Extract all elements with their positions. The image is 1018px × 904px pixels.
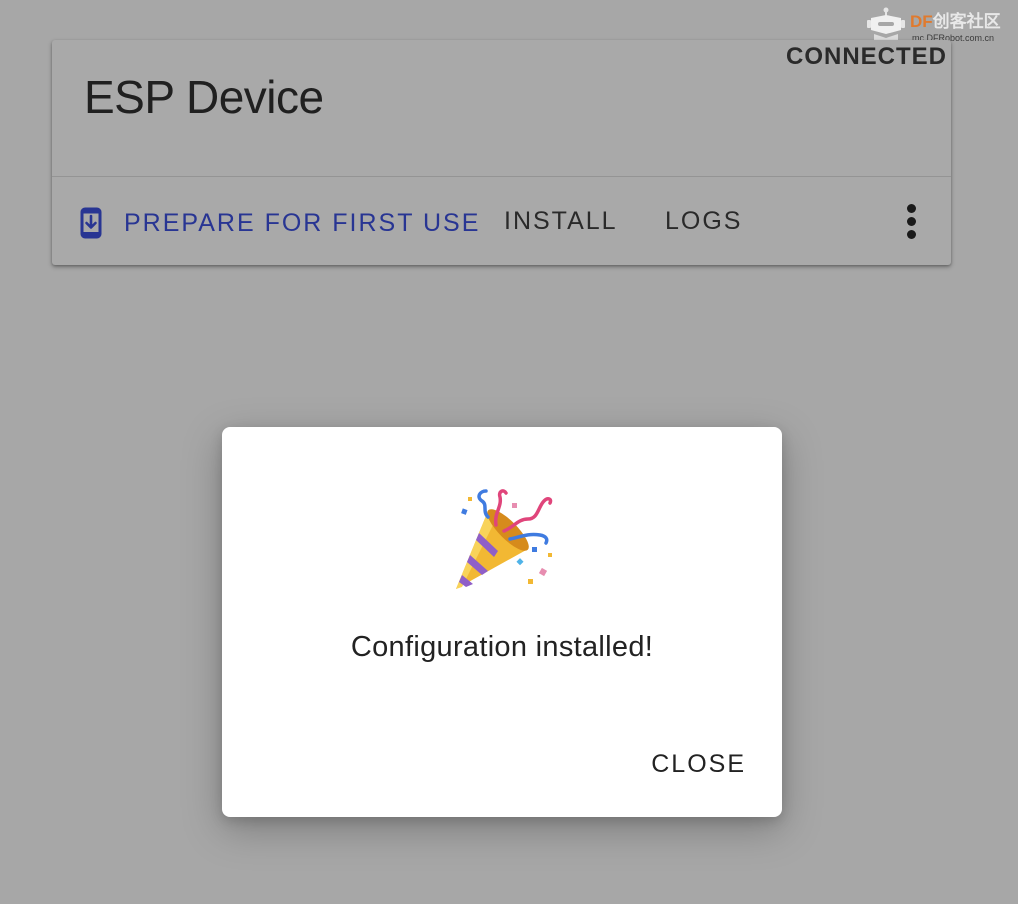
install-button[interactable]: INSTALL: [504, 207, 618, 236]
device-title: ESP Device: [84, 71, 324, 123]
watermark-brand: DF创客社区: [910, 12, 1001, 31]
more-vert-icon[interactable]: [902, 204, 922, 240]
phone-download-icon: [80, 207, 102, 239]
robot-logo-icon: [867, 7, 905, 43]
logs-button[interactable]: LOGS: [665, 207, 742, 236]
party-popper-icon: [456, 489, 553, 589]
close-button[interactable]: CLOSE: [651, 750, 746, 779]
dialog-message: Configuration installed!: [350, 631, 654, 663]
connection-status: CONNECTED: [785, 43, 947, 70]
device-card: ESP Device CONNECTED PREPARE FOR FIRST U…: [52, 40, 951, 265]
prepare-first-use-button[interactable]: PREPARE FOR FIRST USE: [80, 207, 480, 239]
prepare-first-use-label: PREPARE FOR FIRST USE: [124, 208, 481, 237]
success-dialog: Configuration installed! CLOSE: [222, 427, 782, 817]
card-actions: PREPARE FOR FIRST USE INSTALL LOGS: [52, 177, 951, 265]
